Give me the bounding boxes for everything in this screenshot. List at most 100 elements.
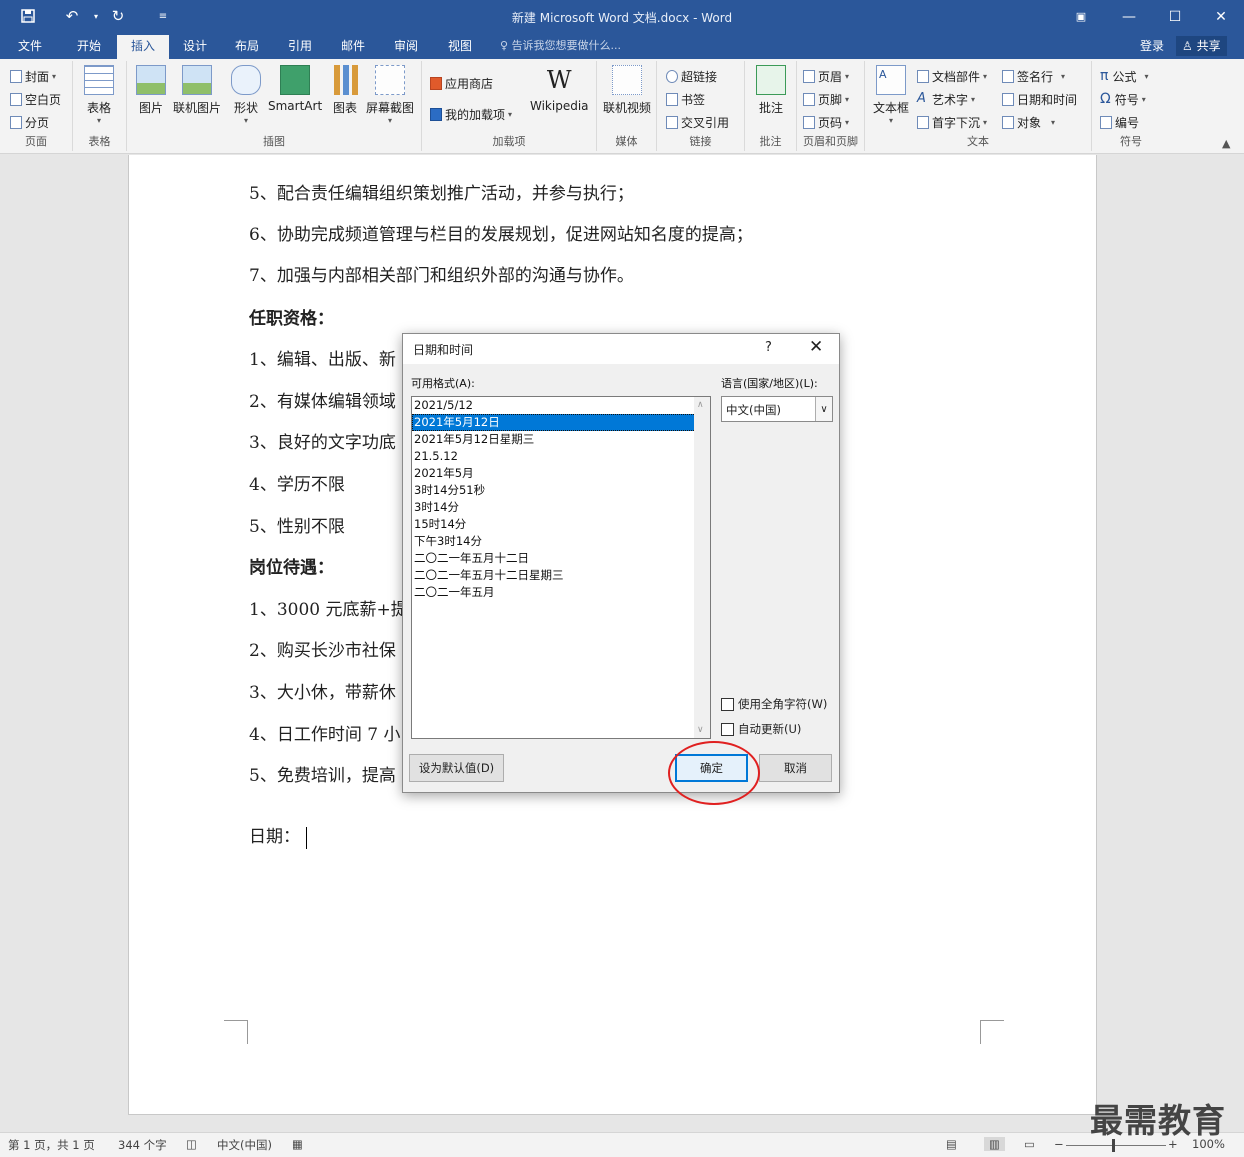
- tab-mailings[interactable]: 邮件: [330, 33, 376, 59]
- group-label: 加载项: [492, 135, 526, 148]
- checkbox-box[interactable]: [721, 697, 734, 711]
- footer-button[interactable]: 页脚 ▾: [803, 89, 849, 109]
- online-video-button[interactable]: 联机视频: [603, 65, 651, 116]
- tab-layout[interactable]: 布局: [224, 33, 270, 59]
- page-count[interactable]: 第 1 页，共 1 页: [8, 1137, 95, 1153]
- pictures-button[interactable]: 图片: [136, 65, 166, 116]
- cancel-button[interactable]: 取消: [759, 754, 832, 782]
- web-layout-icon[interactable]: ▭: [1024, 1137, 1035, 1151]
- share-label: 共享: [1196, 39, 1221, 53]
- format-option[interactable]: 二〇二一年五月十二日: [412, 550, 710, 567]
- text-cursor: [306, 826, 307, 849]
- tab-view[interactable]: 视图: [437, 33, 483, 59]
- tab-home[interactable]: 开始: [66, 33, 112, 59]
- minimize-button[interactable]: —: [1106, 0, 1152, 33]
- tab-design[interactable]: 设计: [172, 33, 218, 59]
- textbox-button[interactable]: A 文本框 ▾: [873, 65, 909, 125]
- format-option[interactable]: 2021年5月: [412, 465, 710, 482]
- maximize-button[interactable]: ☐: [1152, 0, 1198, 33]
- group-label: 页眉和页脚: [803, 135, 858, 148]
- format-option[interactable]: 下午3时14分: [412, 533, 710, 550]
- format-option[interactable]: 二〇二一年五月十二日星期三: [412, 567, 710, 584]
- highlight-circle: [668, 741, 760, 805]
- tell-me-text: 告诉我您想要做什么...: [511, 39, 622, 52]
- dialog-close-button[interactable]: ✕: [809, 337, 823, 357]
- group-symbols: π 公式 ▾ Ω 符号 ▾ 编号 符号: [1092, 61, 1170, 151]
- fullwidth-checkbox[interactable]: 使用全角字符(W): [721, 696, 827, 712]
- close-window-button[interactable]: ✕: [1198, 0, 1244, 33]
- online-pictures-button[interactable]: 联机图片: [173, 65, 221, 116]
- signature-line-button[interactable]: 签名行 ▾: [1002, 66, 1065, 86]
- scroll-down-icon[interactable]: ∨: [697, 725, 704, 735]
- quick-parts-button[interactable]: 文档部件 ▾: [917, 66, 987, 86]
- format-option[interactable]: 21.5.12: [412, 448, 710, 465]
- chevron-down-icon[interactable]: ∨: [815, 397, 832, 421]
- chart-button[interactable]: 图表: [330, 65, 360, 116]
- cover-page-button[interactable]: 封面 ▾: [10, 66, 56, 86]
- bookmark-button[interactable]: 书签: [666, 89, 705, 109]
- format-option[interactable]: 2021年5月12日星期三: [412, 431, 710, 448]
- format-option[interactable]: 2021/5/12: [412, 397, 710, 414]
- set-default-button[interactable]: 设为默认值(D): [409, 754, 504, 782]
- screenshot-button[interactable]: 屏幕截图 ▾: [366, 65, 414, 125]
- chart-icon: [330, 65, 360, 95]
- comment-button[interactable]: 批注: [756, 65, 786, 116]
- macro-icon[interactable]: ▦: [292, 1137, 303, 1151]
- tell-me-search[interactable]: ♀ 告诉我您想要做什么...: [500, 33, 621, 59]
- collapse-ribbon-icon[interactable]: ▲: [1222, 137, 1230, 150]
- ribbon-tabs: 文件 开始 插入 设计 布局 引用 邮件 审阅 视图 ♀ 告诉我您想要做什么..…: [0, 33, 1244, 59]
- tab-insert[interactable]: 插入: [117, 35, 169, 59]
- doc-line: 3、大小休，带薪休: [249, 683, 396, 703]
- share-button[interactable]: ♙ 共享: [1176, 36, 1227, 56]
- my-addins-button[interactable]: 我的加载项 ▾: [430, 104, 512, 124]
- omega-icon: Ω: [1100, 91, 1111, 107]
- wikipedia-button[interactable]: W Wikipedia: [530, 65, 589, 113]
- smartart-button[interactable]: SmartArt: [268, 65, 322, 113]
- object-button[interactable]: 对象 ▾: [1002, 112, 1055, 132]
- smartart-icon: [280, 65, 311, 95]
- tab-references[interactable]: 引用: [277, 33, 323, 59]
- tab-review[interactable]: 审阅: [383, 33, 429, 59]
- online-picture-icon: [182, 65, 212, 95]
- shapes-button[interactable]: 形状 ▾: [231, 65, 261, 125]
- blank-page-button[interactable]: 空白页: [10, 89, 61, 109]
- formats-scrollbar[interactable]: ∧ ∨: [694, 397, 710, 738]
- number-button[interactable]: 编号: [1100, 112, 1139, 132]
- equation-button[interactable]: π 公式 ▾: [1100, 66, 1148, 86]
- read-mode-icon[interactable]: ▤: [946, 1137, 957, 1151]
- format-option[interactable]: 2021年5月12日: [412, 414, 710, 431]
- doc-line: 3、良好的文字功底: [249, 433, 396, 453]
- proofing-icon[interactable]: ◫: [186, 1137, 197, 1151]
- print-layout-icon[interactable]: ▥: [984, 1137, 1005, 1151]
- page-number-button[interactable]: 页码 ▾: [803, 112, 849, 132]
- format-option[interactable]: 15时14分: [412, 516, 710, 533]
- zoom-slider[interactable]: [1066, 1145, 1166, 1146]
- hyperlink-button[interactable]: 超链接: [666, 66, 717, 86]
- format-option[interactable]: 3时14分51秒: [412, 482, 710, 499]
- cross-reference-button[interactable]: 交叉引用: [666, 112, 729, 132]
- word-count[interactable]: 344 个字: [118, 1137, 167, 1153]
- store-button[interactable]: 应用商店: [430, 73, 493, 93]
- drop-cap-button[interactable]: 首字下沉 ▾: [917, 112, 987, 132]
- autoupdate-checkbox[interactable]: 自动更新(U): [721, 721, 801, 737]
- wordart-button[interactable]: A 艺术字 ▾: [917, 89, 975, 109]
- checkbox-box[interactable]: [721, 722, 734, 736]
- symbol-button[interactable]: Ω 符号 ▾: [1100, 89, 1146, 109]
- formats-listbox[interactable]: 2021/5/12 2021年5月12日 2021年5月12日星期三 21.5.12 2…: [411, 396, 711, 739]
- table-button[interactable]: 表格 ▾: [84, 65, 114, 125]
- zoom-out-button[interactable]: −: [1054, 1137, 1064, 1151]
- language-select[interactable]: 中文(中国) ∨: [721, 396, 833, 422]
- format-option[interactable]: 二〇二一年五月: [412, 584, 710, 601]
- language-status[interactable]: 中文(中国): [217, 1137, 272, 1153]
- date-time-button[interactable]: 日期和时间: [1002, 89, 1077, 109]
- date-line: 日期：: [249, 822, 307, 849]
- header-button[interactable]: 页眉 ▾: [803, 66, 849, 86]
- help-button[interactable]: ?: [765, 340, 772, 355]
- scroll-up-icon[interactable]: ∧: [697, 400, 704, 410]
- login-link[interactable]: 登录: [1140, 33, 1164, 59]
- tab-file[interactable]: 文件: [8, 33, 52, 59]
- format-option[interactable]: 3时14分: [412, 499, 710, 516]
- group-header-footer: 页眉 ▾ 页脚 ▾ 页码 ▾ 页眉和页脚: [797, 61, 865, 151]
- page-break-button[interactable]: 分页: [10, 112, 49, 132]
- ribbon-display-options-icon[interactable]: ▣: [1058, 0, 1104, 33]
